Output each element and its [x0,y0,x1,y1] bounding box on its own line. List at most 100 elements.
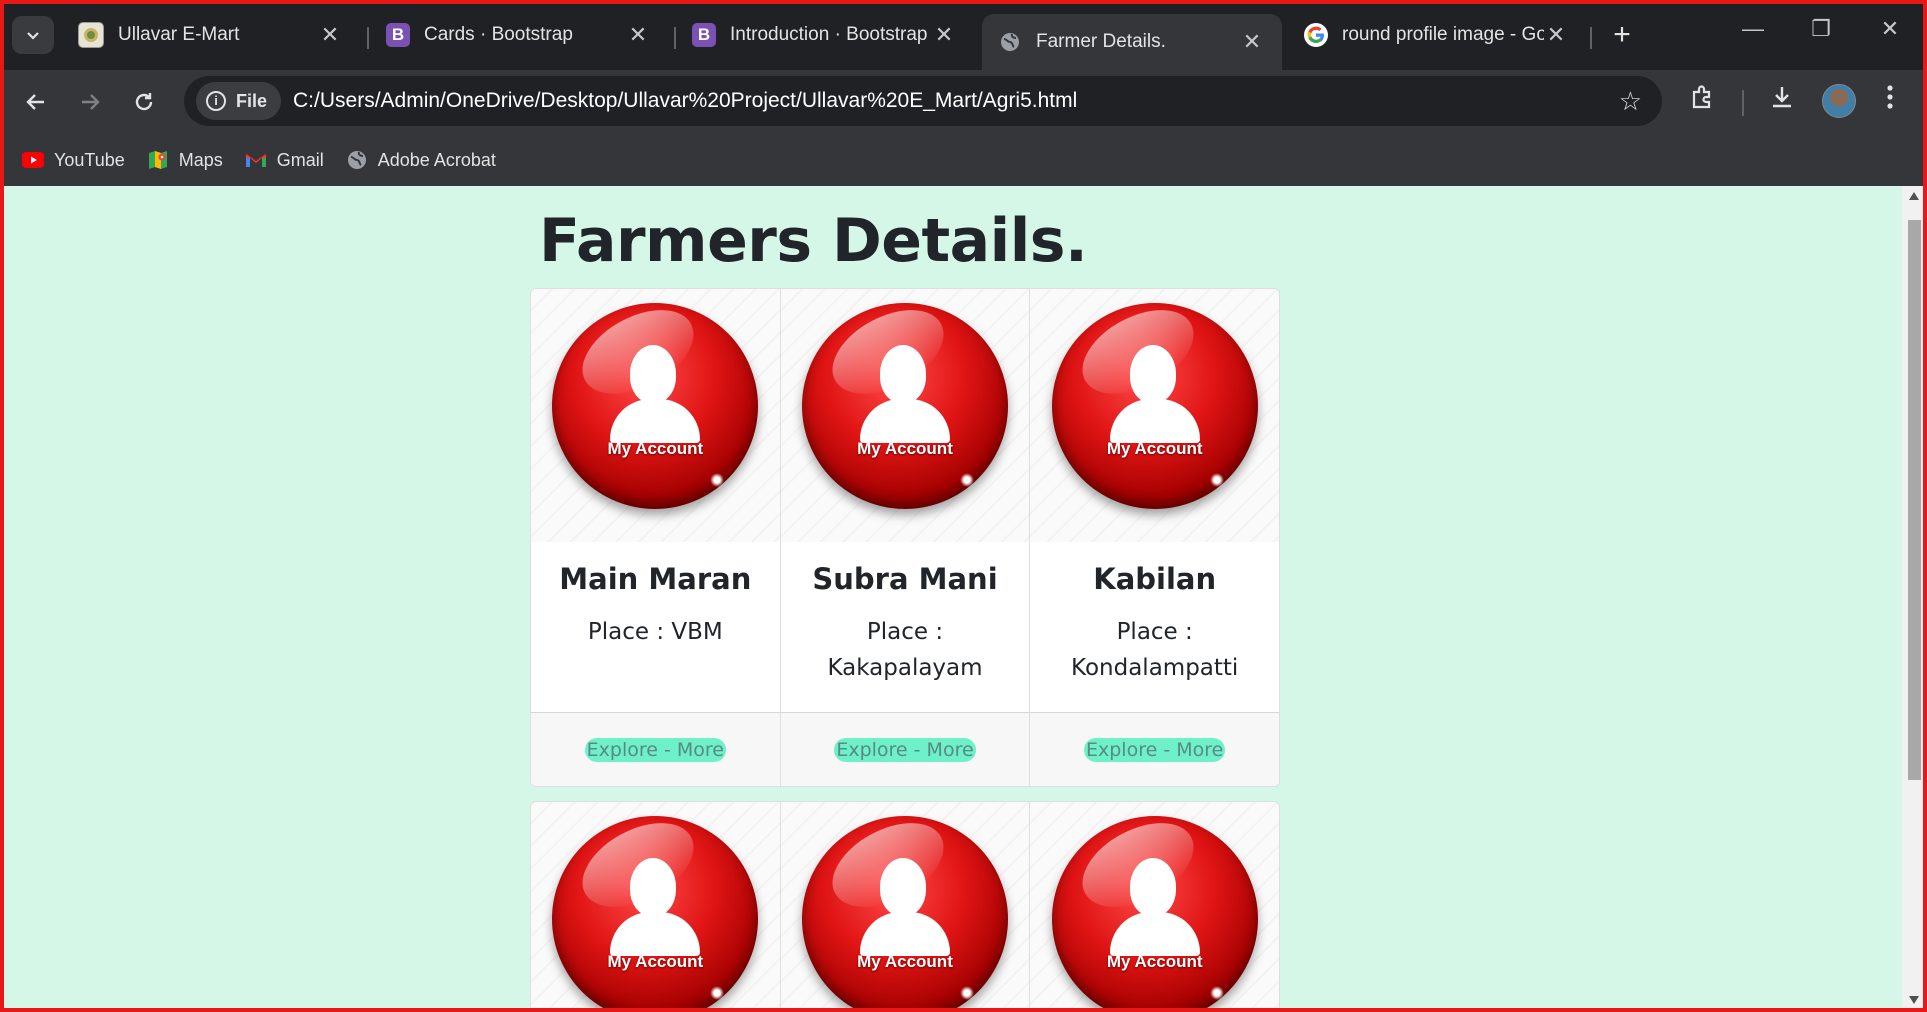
bootstrap-icon: B [386,23,410,47]
badge-label: My Account [607,952,704,971]
farmer-card: My Account Kabilan Place : Kondalampatti… [1030,289,1279,786]
bookmark-label: Maps [178,149,223,170]
bookmark-maps[interactable]: Maps [147,149,223,171]
card-image: My Account [1030,802,1279,1012]
restore-button[interactable]: ❐ [1801,16,1841,42]
gmail-icon [245,149,267,171]
tab-separator [367,27,369,49]
farmer-card: My Account Main Maran Place : VBM Explor… [531,289,781,786]
my-account-badge-icon: My Account [1051,292,1258,509]
my-account-badge-icon: My Account [552,805,759,1012]
explore-more-button[interactable]: Explore - More [834,737,976,762]
tab-title: Ullavar E-Mart [118,24,240,45]
farmer-place: Place : VBM [587,619,723,645]
bookmark-label: YouTube [54,149,125,170]
back-button[interactable] [16,82,56,122]
youtube-icon [22,149,44,171]
card-footer: Explore - More [531,712,780,786]
tab-title: Cards · Bootstrap [424,24,573,45]
farmer-card: My Account [780,802,1031,1012]
close-icon[interactable]: ✕ [1544,22,1568,48]
url-text[interactable]: C:/Users/Admin/OneDrive/Desktop/Ullavar%… [293,89,1077,113]
site-info-chip[interactable]: i File [196,82,282,120]
bookmark-gmail[interactable]: Gmail [245,149,324,171]
close-icon[interactable]: ✕ [1240,29,1264,55]
farmer-place: Place : Kakapalayam [827,619,983,681]
profile-avatar[interactable] [1822,84,1856,118]
card-footer: Explore - More [780,712,1030,786]
my-account-badge-icon: My Account [1051,805,1258,1012]
close-icon[interactable]: ✕ [626,22,650,48]
page-viewport: Farmers Details. My Account Main Maran P… [0,186,1902,1012]
card-body: Main Maran Place : VBM [531,542,780,712]
card-footer: Explore - More [1030,712,1279,786]
kebab-menu-icon [1887,85,1893,109]
close-window-button[interactable]: ✕ [1870,16,1910,42]
tab-introduction-bootstrap[interactable]: B Introduction · Bootstrap ✕ [676,14,974,56]
card-group-row-1: My Account Main Maran Place : VBM Explor… [530,288,1280,787]
tab-title: Farmer Details. [1036,31,1166,52]
puzzle-icon [1692,85,1711,109]
extensions-button[interactable] [1682,84,1722,117]
tab-farmer-details[interactable]: Farmer Details. ✕ [982,14,1282,70]
tab-ullavar[interactable]: Ullavar E-Mart ✕ [62,14,360,56]
globe-icon [998,30,1022,54]
page-scrollbar[interactable] [1902,186,1927,1012]
badge-label: My Account [1106,952,1203,971]
bookmark-adobe-acrobat[interactable]: Adobe Acrobat [346,149,496,171]
download-icon [1773,87,1791,108]
tab-cards-bootstrap[interactable]: B Cards · Bootstrap ✕ [370,14,668,56]
info-icon: i [206,91,226,111]
browser-toolbar: i File C:/Users/Admin/OneDrive/Desktop/U… [0,70,1927,134]
tab-separator [1590,27,1592,49]
farmer-card: My Account [1030,802,1279,1012]
address-bar[interactable]: i File C:/Users/Admin/OneDrive/Desktop/U… [184,76,1662,126]
google-icon [1304,23,1328,47]
emblem-icon [78,22,104,48]
reload-icon [135,93,153,111]
tab-round-profile-image[interactable]: round profile image - Go ✕ [1288,14,1586,56]
card-image: My Account [780,289,1030,542]
close-icon[interactable]: ✕ [318,22,342,48]
tab-strip: Ullavar E-Mart ✕ B Cards · Bootstrap ✕ B… [0,0,1927,70]
bookmark-label: Gmail [276,149,324,170]
scroll-down-arrow-icon[interactable] [1909,996,1919,1004]
bookmark-star-icon[interactable]: ☆ [1619,86,1642,117]
card-group-row-2: My Account My Account My Account [530,801,1280,1012]
card-image: My Account [780,802,1030,1012]
maps-icon [147,149,169,171]
scroll-up-arrow-icon[interactable] [1909,192,1919,200]
chevron-down-icon [27,32,39,40]
page-title: Farmers Details. [539,206,1088,276]
forward-button[interactable] [70,82,110,122]
card-image: My Account [531,289,780,542]
bookmark-label: Adobe Acrobat [377,149,496,170]
toolbar-separator [1742,90,1744,116]
farmer-name: Subra Mani [812,562,998,596]
reload-button[interactable] [124,82,164,122]
explore-more-button[interactable]: Explore - More [584,737,726,762]
minimize-button[interactable]: — [1733,16,1773,42]
my-account-badge-icon: My Account [552,292,759,509]
close-icon[interactable]: ✕ [932,22,956,48]
badge-label: My Account [607,439,704,458]
farmer-place: Place : Kondalampatti [1071,619,1239,681]
bookmark-youtube[interactable]: YouTube [22,149,125,171]
farmer-card: My Account Subra Mani Place : Kakapalaya… [780,289,1031,786]
menu-button[interactable] [1870,84,1910,117]
card-body: Subra Mani Place : Kakapalayam [781,542,1030,712]
downloads-button[interactable] [1762,84,1802,117]
badge-label: My Account [857,439,953,458]
new-tab-button[interactable]: + [1604,18,1640,52]
card-body: Kabilan Place : Kondalampatti [1030,542,1279,712]
farmer-card: My Account [531,802,781,1012]
scrollbar-thumb[interactable] [1908,220,1921,780]
my-account-badge-icon: My Account [802,292,1008,509]
explore-more-button[interactable]: Explore - More [1084,737,1226,762]
tab-title: round profile image - Go [1342,24,1544,45]
arrow-right-icon [82,94,100,110]
tab-search-button[interactable] [12,16,54,54]
globe-icon [346,149,368,171]
farmer-name: Kabilan [1093,562,1217,596]
badge-label: My Account [1106,439,1203,458]
